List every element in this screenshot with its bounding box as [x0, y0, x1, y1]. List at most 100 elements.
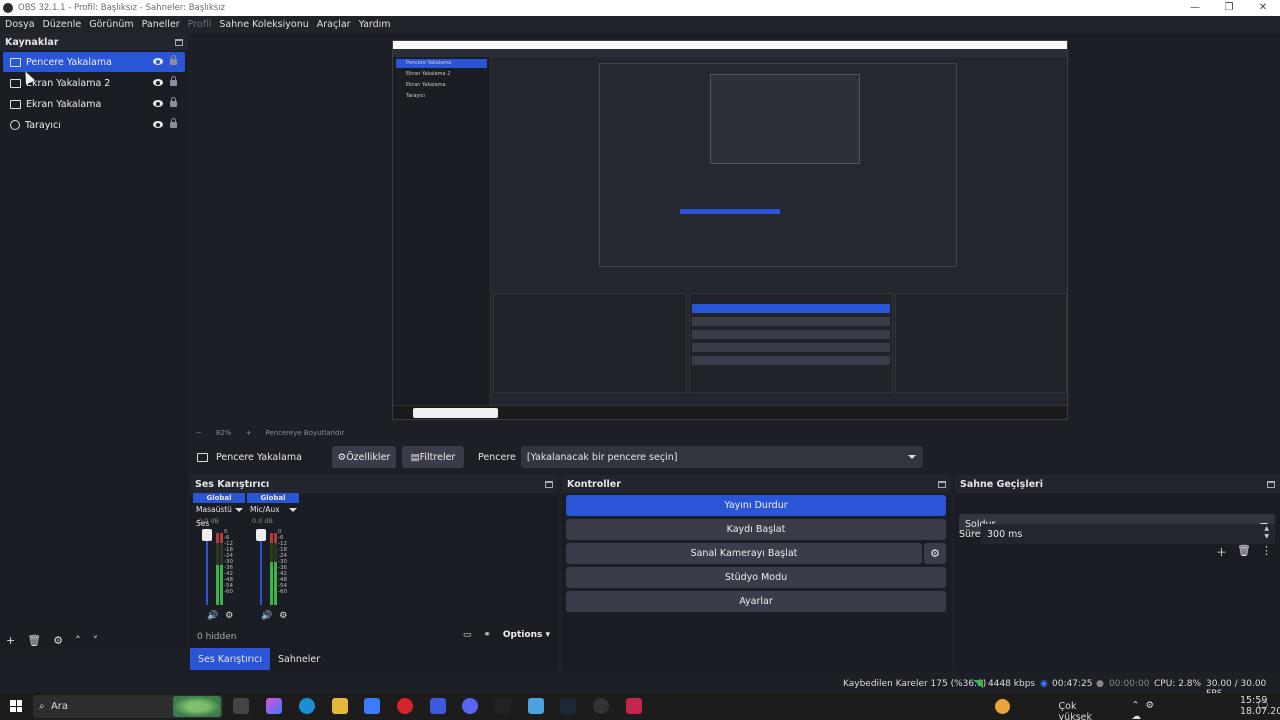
add-source-button[interactable]: +: [6, 634, 15, 647]
menu-help[interactable]: Yardım: [359, 19, 391, 30]
taskbar-search[interactable]: ⌕ Ara: [33, 695, 223, 718]
app-icon[interactable]: [430, 698, 446, 714]
duration-spinbox[interactable]: 300 ms ▲ ▼: [981, 524, 1275, 544]
nested-button: [692, 317, 890, 326]
lock-icon[interactable]: [170, 118, 177, 128]
channel-device[interactable]: Mic/Aux: [247, 503, 299, 517]
undock-icon[interactable]: [175, 38, 183, 46]
channel-device-label: Mic/Aux: [250, 505, 280, 514]
notification-icon[interactable]: 🗨: [1256, 699, 1270, 712]
store-icon[interactable]: [364, 698, 380, 714]
start-recording-button[interactable]: Kaydı Başlat: [566, 519, 946, 540]
source-label: Ekran Yakalama 2: [26, 77, 111, 89]
properties-button[interactable]: ⚙ Özellikler: [332, 446, 396, 468]
more-options-icon[interactable]: ⋮: [1261, 544, 1272, 560]
source-properties-button[interactable]: ⚙: [53, 634, 63, 647]
preview-canvas[interactable]: Pencere Yakalama Ekran Yakalama 2 Ekran …: [392, 40, 1068, 420]
move-up-button[interactable]: ˄: [75, 634, 81, 647]
duration-label: Süre: [959, 529, 981, 540]
copilot-icon[interactable]: [266, 698, 282, 714]
lock-icon[interactable]: [170, 97, 177, 107]
undock-icon[interactable]: [545, 480, 553, 488]
fader-handle[interactable]: [256, 529, 266, 541]
fader-handle[interactable]: [202, 529, 212, 541]
search-placeholder: Ara: [50, 701, 69, 712]
window-select-value: [Yakalanacak bir pencere seçin]: [526, 451, 678, 463]
virtual-camera-settings-button[interactable]: ⚙: [924, 543, 946, 564]
edge-icon[interactable]: [299, 698, 315, 714]
menu-docks[interactable]: Paneller: [142, 19, 180, 30]
fit-to-window-button[interactable]: Pencereye Boyutlandır: [265, 429, 344, 437]
menu-tools[interactable]: Araçlar: [317, 19, 351, 30]
controls-header: Kontroller: [562, 475, 951, 493]
meter-scale: 0 -6 -12 -18 -24 -30 -36 -42 -48 -54 -60: [278, 529, 287, 595]
remove-transition-button[interactable]: 🗑: [1237, 544, 1251, 560]
spin-arrows-icon[interactable]: ▲ ▼: [1264, 525, 1269, 541]
mixer-header: Ses Karıştırıcı: [190, 475, 558, 493]
speaker-icon[interactable]: 🔊: [261, 611, 272, 621]
sources-dock: Kaynaklar Pencere Yakalama Ekran Yakalam…: [0, 33, 188, 650]
file-explorer-icon[interactable]: [332, 698, 348, 714]
studio-mode-button[interactable]: Stüdyo Modu: [566, 567, 946, 588]
source-item[interactable]: Ekran Yakalama: [3, 94, 185, 114]
zoom-in-button[interactable]: +: [245, 429, 251, 437]
lock-icon[interactable]: [170, 76, 177, 86]
nested-controls: [689, 293, 893, 393]
visibility-eye-icon[interactable]: [153, 79, 163, 86]
menu-edit[interactable]: Düzenle: [43, 19, 82, 30]
menu-profile[interactable]: Profil: [188, 19, 212, 30]
meter-tick: -60: [278, 589, 287, 595]
mixer-channel: Global Mic/Aux 0.0 dB 0 -6 -12 -18 -24 -30 -36…: [247, 493, 299, 627]
obs-icon[interactable]: [593, 698, 609, 714]
settings-button[interactable]: Ayarlar: [566, 591, 946, 612]
lock-icon[interactable]: [170, 55, 177, 65]
maximize-button[interactable]: ❐: [1212, 0, 1246, 16]
start-virtual-camera-button[interactable]: Sanal Kamerayı Başlat: [566, 543, 922, 564]
window-icon: [197, 452, 208, 462]
close-button[interactable]: ✕: [1246, 0, 1280, 16]
remove-source-button[interactable]: 🗑: [27, 634, 41, 647]
undock-icon[interactable]: [938, 480, 946, 488]
minimize-button[interactable]: —: [1178, 0, 1212, 16]
undock-icon[interactable]: [1267, 480, 1275, 488]
nested-button: [692, 343, 890, 352]
move-down-button[interactable]: ˅: [93, 634, 99, 647]
dock-tabs: Ses Karıştırıcı Sahneler: [190, 648, 328, 670]
source-item[interactable]: Pencere Yakalama: [3, 52, 185, 72]
discord-icon[interactable]: [462, 698, 478, 714]
visibility-eye-icon[interactable]: [153, 100, 163, 107]
menu-file[interactable]: Dosya: [5, 19, 35, 30]
source-item[interactable]: Tarayıcı: [3, 115, 185, 135]
tab-scenes[interactable]: Sahneler: [270, 648, 328, 670]
zoom-out-button[interactable]: −: [196, 429, 202, 437]
steam-icon[interactable]: [560, 698, 576, 714]
filters-button[interactable]: ▤ Filtreler: [402, 446, 464, 468]
add-transition-button[interactable]: ＋: [1216, 544, 1227, 560]
tab-audio-mixer[interactable]: Ses Karıştırıcı: [190, 648, 270, 670]
visibility-eye-icon[interactable]: [153, 58, 163, 65]
windows-start-icon[interactable]: [10, 700, 22, 712]
app-icon[interactable]: [528, 698, 544, 714]
properties-label: Özellikler: [346, 451, 391, 463]
channel-device[interactable]: Masaüstü Ses: [193, 503, 245, 528]
app-icon[interactable]: [626, 698, 642, 714]
capcut-icon[interactable]: [495, 698, 511, 714]
settings-icon[interactable]: ⚙: [225, 611, 233, 621]
tray-icons[interactable]: ⌃⚙☁🎙⌨🔊: [1132, 700, 1160, 720]
link-icon[interactable]: ⚭: [483, 630, 491, 640]
task-view-icon[interactable]: [233, 698, 249, 714]
window-select[interactable]: [Yakalanacak bir pencere seçin]: [520, 446, 923, 468]
chevron-down-icon: [907, 455, 916, 459]
weather-text[interactable]: Çok yüksek UV: [1059, 701, 1092, 720]
options-button[interactable]: Options ▾: [503, 630, 550, 640]
speaker-icon[interactable]: 🔊: [207, 611, 218, 621]
opera-icon[interactable]: [397, 698, 413, 714]
settings-icon[interactable]: ⚙: [279, 611, 287, 621]
stop-streaming-button[interactable]: Yayını Durdur: [566, 495, 946, 516]
layout-icon[interactable]: ▭: [463, 630, 472, 640]
record-time: 00:00:00: [1109, 679, 1150, 689]
menu-scene-collection[interactable]: Sahne Koleksiyonu: [219, 19, 308, 30]
visibility-eye-icon[interactable]: [153, 121, 163, 128]
mixer-footer: 0 hidden ▭ ⚭ Options ▾: [190, 628, 558, 646]
menu-view[interactable]: Görünüm: [89, 19, 133, 30]
